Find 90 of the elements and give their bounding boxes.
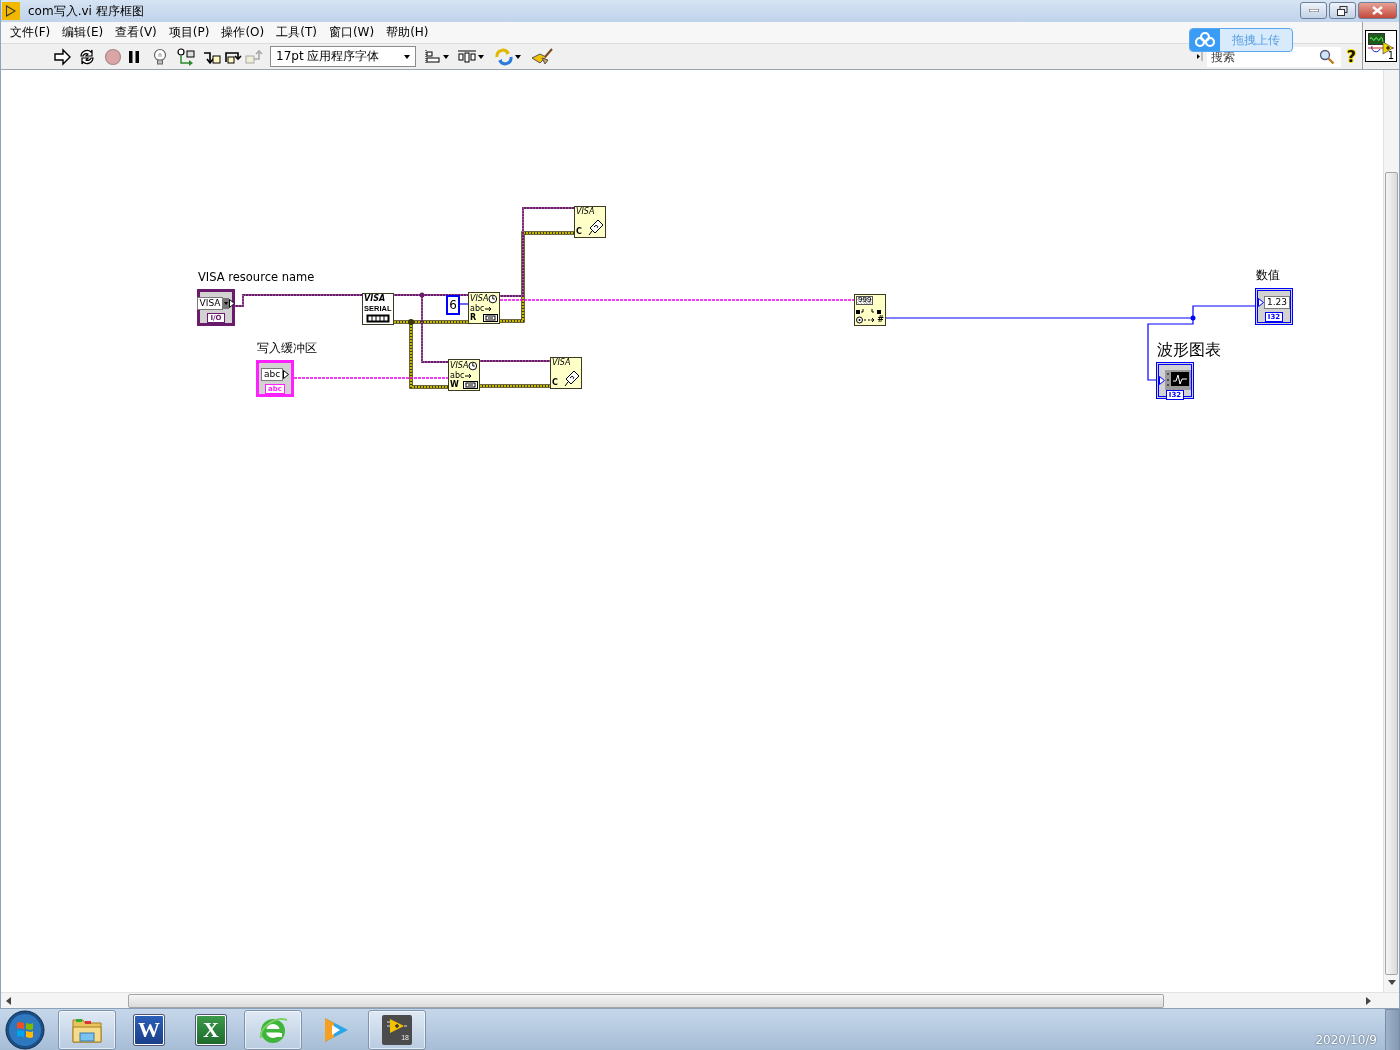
- broom-icon: [531, 47, 553, 66]
- resource-wire: [479, 360, 551, 362]
- taskbar-button[interactable]: X: [182, 1009, 240, 1050]
- error-wire: [479, 384, 551, 388]
- menu-item[interactable]: 窗口(W): [322, 22, 381, 43]
- taskbar-button[interactable]: [58, 1009, 116, 1050]
- reorder-icon: [494, 47, 514, 66]
- wire-junction-icon: [1190, 315, 1196, 321]
- help-button[interactable]: ?: [1346, 48, 1356, 65]
- retain-icon[interactable]: [176, 46, 196, 67]
- scroll-thumb[interactable]: [1385, 172, 1398, 975]
- distribute-button[interactable]: [457, 48, 484, 65]
- terminal-label: 写入缓冲区: [257, 342, 317, 355]
- restore-icon: [1337, 5, 1348, 16]
- terminal-arrow-icon: [229, 299, 236, 308]
- caret-icon: [443, 54, 449, 59]
- numeric-constant: 6: [446, 295, 460, 315]
- search-icon[interactable]: [1318, 48, 1335, 65]
- pen-icon: [588, 218, 604, 236]
- terminal-label: 波形图表: [1157, 341, 1221, 359]
- node-label: W: [450, 381, 459, 389]
- clock-date: 2020/10/9: [1315, 1033, 1377, 1047]
- node-label: VISA: [576, 208, 595, 216]
- font-dropdown[interactable]: 17pt 应用程序字体: [270, 46, 416, 67]
- conversion-icon: [856, 316, 876, 324]
- terminal-label: VISA resource name: [198, 271, 315, 284]
- vi-icon-pane[interactable]: 1: [1365, 29, 1397, 62]
- menu-item[interactable]: 查看(V): [109, 22, 163, 43]
- reorder-button[interactable]: [494, 47, 521, 66]
- node-label: abc: [470, 305, 485, 313]
- menu-item[interactable]: 项目(P): [162, 22, 216, 43]
- value-display: VISA: [196, 297, 224, 310]
- align-button[interactable]: [424, 48, 449, 65]
- node-label: VISA: [364, 295, 386, 303]
- minimize-icon: [1308, 9, 1319, 12]
- node-label: abc: [450, 372, 465, 380]
- menu-item[interactable]: 编辑(E): [56, 22, 110, 43]
- terminal-arrow-icon: [283, 370, 290, 379]
- node-label: VISA: [450, 362, 469, 370]
- wire-junction-icon: [408, 319, 414, 325]
- close-icon: [1372, 6, 1383, 15]
- cleanup-button[interactable]: [531, 47, 553, 66]
- word-logo: W: [134, 1014, 164, 1045]
- node-label: #: [877, 316, 884, 324]
- arrow-icon: [485, 306, 494, 312]
- arrow-icon: [465, 373, 474, 379]
- scroll-down-icon[interactable]: [1387, 980, 1396, 985]
- node-label: C: [576, 228, 582, 236]
- caret-icon: [515, 54, 521, 59]
- buffer-icon: [483, 314, 498, 322]
- distribute-icon: [457, 48, 477, 65]
- terminal-label: 数值: [1256, 269, 1280, 282]
- node-label: R: [470, 314, 477, 322]
- triangle-icon: [386, 1017, 408, 1034]
- connector-number: 1: [1387, 49, 1394, 61]
- caret-icon: [404, 54, 410, 59]
- close-button[interactable]: [1358, 2, 1397, 19]
- node-label: VISA: [552, 359, 571, 367]
- buffer-icon: [463, 381, 478, 389]
- pen-icon: [564, 369, 580, 387]
- scroll-thumb[interactable]: [128, 993, 1164, 1008]
- wire-junction-icon: [419, 292, 425, 298]
- taskbar-button[interactable]: W: [120, 1009, 178, 1050]
- clock-icon: [468, 361, 478, 371]
- align-icon: [424, 48, 442, 65]
- minimize-button[interactable]: [1300, 2, 1327, 19]
- marker-icon: [1196, 52, 1203, 61]
- caret-icon: [478, 54, 484, 59]
- app-logo-icon: [2, 2, 20, 20]
- menu-item[interactable]: 操作(O): [215, 22, 271, 43]
- menu-item[interactable]: 工具(T): [270, 22, 323, 43]
- node-label: C: [552, 379, 558, 387]
- graph-icon: [1165, 370, 1191, 390]
- numeric-wire: [458, 303, 469, 305]
- restore-button[interactable]: [1329, 2, 1356, 19]
- terminal-arrow-icon: [1258, 298, 1264, 307]
- split-icon: [856, 307, 882, 314]
- menu-item[interactable]: 帮助(H): [380, 22, 435, 43]
- run-icon[interactable]: [53, 46, 73, 67]
- clock-icon: [488, 294, 498, 304]
- scroll-left-icon[interactable]: [6, 996, 11, 1005]
- terminal-arrow-icon: [1159, 375, 1165, 385]
- scroll-right-icon[interactable]: [1366, 996, 1371, 1005]
- excel-logo: X: [196, 1014, 226, 1045]
- dropdown-icon: [223, 298, 230, 309]
- menu-item[interactable]: 文件(F): [4, 22, 57, 43]
- window-title: com写入.vi 程序框图: [28, 2, 144, 20]
- start-button[interactable]: [5, 1009, 45, 1050]
- node-label: VISA: [470, 295, 489, 303]
- taskbar-button[interactable]: [244, 1009, 302, 1050]
